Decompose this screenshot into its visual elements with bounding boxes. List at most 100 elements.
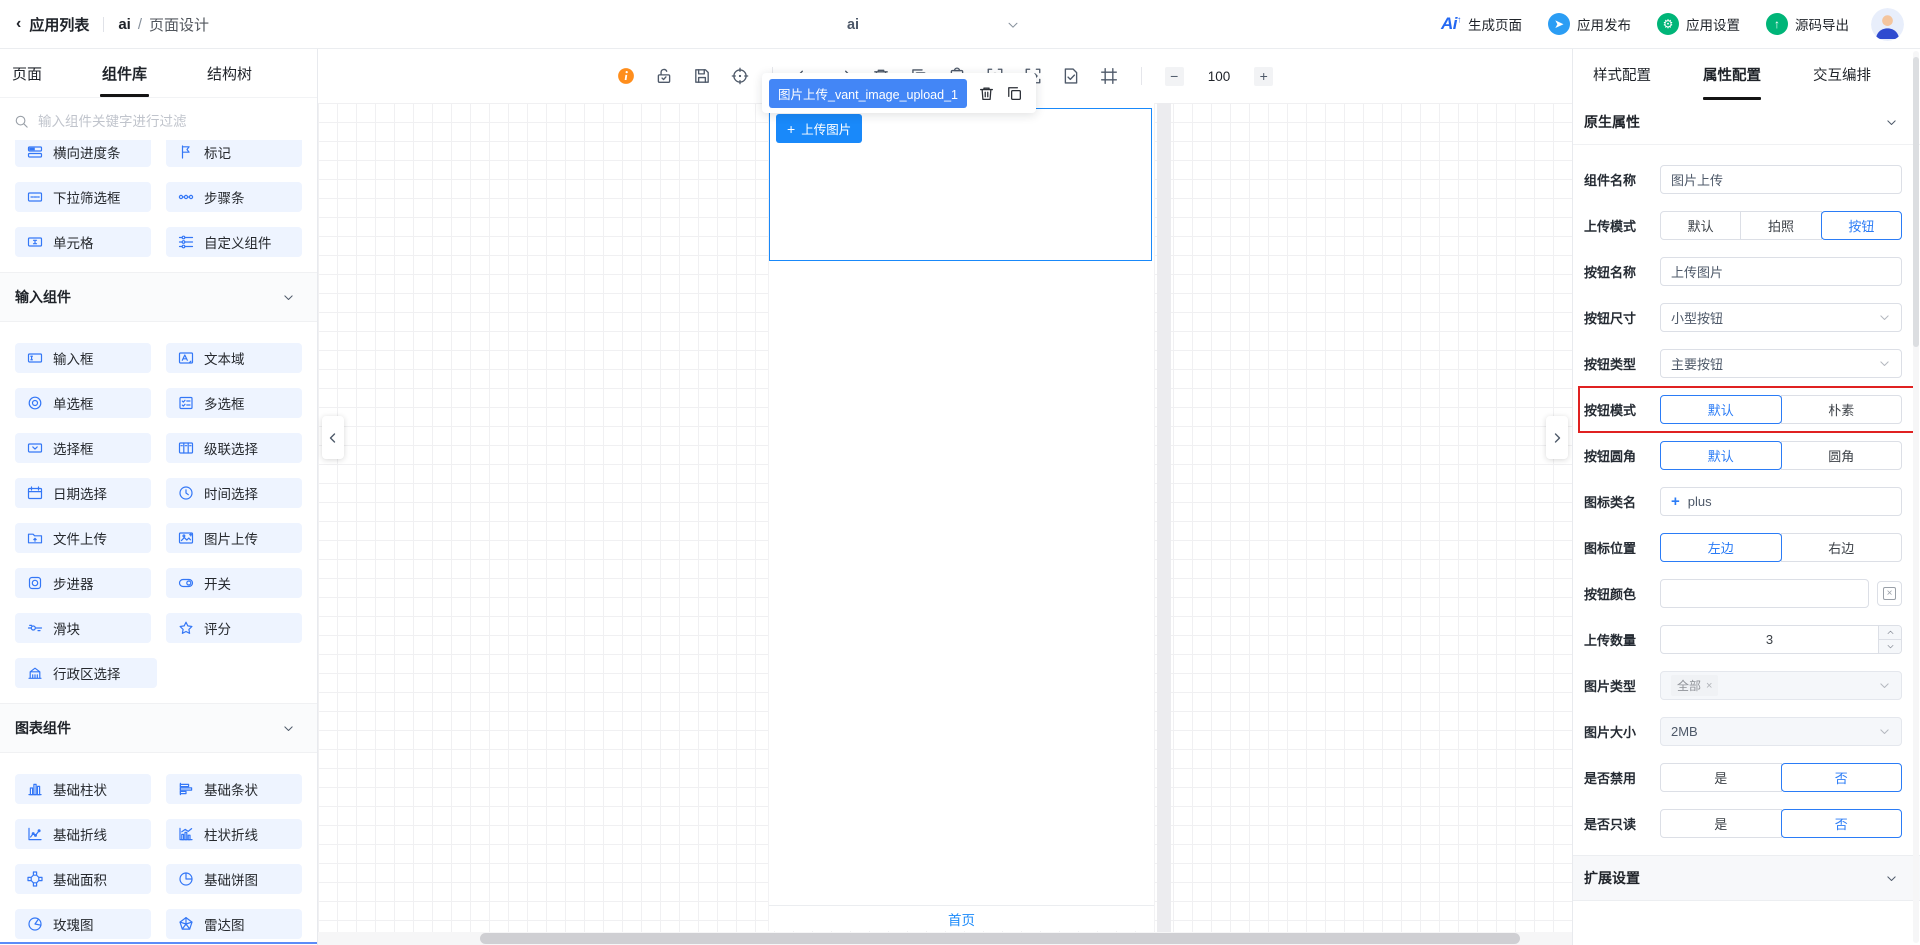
component-item[interactable]: 多选框 (166, 388, 302, 418)
component-item[interactable]: 基础条状 (166, 774, 302, 804)
native-props-section-header[interactable]: 原生属性 (1573, 100, 1920, 145)
frame-icon[interactable] (1100, 67, 1118, 85)
button-name-input[interactable] (1660, 257, 1902, 286)
component-item[interactable]: 行政区选择 (15, 658, 157, 688)
component-item[interactable]: 图片上传 (166, 523, 302, 553)
doc-check-icon[interactable] (1062, 67, 1080, 85)
component-search[interactable] (0, 106, 317, 136)
component-name-input[interactable] (1660, 165, 1902, 194)
component-item[interactable]: 日期选择 (15, 478, 151, 508)
button-color-value[interactable] (1671, 586, 1858, 601)
app-settings-button[interactable]: ⚙ 应用设置 (1657, 13, 1740, 35)
component-item[interactable]: 步骤条 (166, 182, 302, 212)
component-item[interactable]: 文本域 (166, 343, 302, 373)
component-item[interactable]: 横向进度条 (15, 140, 151, 167)
search-icon (14, 114, 29, 129)
component-item[interactable]: 基础折线 (15, 819, 151, 849)
code-export-button[interactable]: ↑ 源码导出 (1766, 13, 1849, 35)
component-item[interactable]: 下拉筛选框 (15, 182, 151, 212)
button-radius-segmented: 默认 圆角 (1660, 441, 1902, 470)
button-type-select[interactable]: 主要按钮 (1660, 349, 1902, 378)
component-item[interactable]: 雷达图 (166, 909, 302, 939)
image-size-select[interactable]: 2MB (1660, 717, 1902, 746)
component-item[interactable]: 输入框 (15, 343, 151, 373)
zoom-out-button[interactable]: − (1164, 66, 1184, 86)
info-icon[interactable] (617, 67, 635, 85)
component-item[interactable]: 基础柱状 (15, 774, 151, 804)
panel-scrollbar[interactable] (1913, 51, 1919, 943)
icon-class-input[interactable]: + plus (1660, 487, 1902, 516)
clear-color-button[interactable]: × (1877, 581, 1902, 606)
selected-component-outline[interactable]: + 上传图片 (769, 108, 1152, 261)
component-item[interactable]: 基础饼图 (166, 864, 302, 894)
is-disabled-option[interactable]: 是 (1660, 763, 1782, 792)
collapse-left-panel-button[interactable] (322, 416, 344, 459)
increase-button[interactable] (1879, 626, 1901, 640)
right-tab-样式配置[interactable]: 样式配置 (1593, 49, 1651, 100)
horizontal-scrollbar[interactable] (318, 932, 1572, 945)
save-icon[interactable] (693, 67, 711, 85)
component-item[interactable]: 单选框 (15, 388, 151, 418)
image-type-select[interactable]: 全部 × (1660, 671, 1902, 700)
left-tab-结构树[interactable]: 结构树 (207, 49, 252, 97)
upload-count-stepper[interactable] (1660, 625, 1902, 654)
delete-icon[interactable] (978, 85, 995, 102)
button-color-input[interactable] (1660, 579, 1869, 608)
scrollbar-thumb[interactable] (480, 933, 1520, 944)
component-item[interactable]: 评分 (166, 613, 302, 643)
component-item[interactable]: 开关 (166, 568, 302, 598)
button-radius-option[interactable]: 默认 (1660, 441, 1782, 470)
copy-icon[interactable] (1006, 85, 1023, 102)
phone-tabbar-home[interactable]: 首页 (769, 905, 1154, 931)
left-tab-页面[interactable]: 页面 (12, 49, 42, 97)
upload-mode-option[interactable]: 默认 (1660, 211, 1742, 240)
decrease-button[interactable] (1879, 640, 1901, 653)
is-readonly-option[interactable]: 否 (1780, 809, 1902, 838)
component-item[interactable]: 级联选择 (166, 433, 302, 463)
zoom-in-button[interactable]: + (1254, 66, 1274, 86)
component-item[interactable]: 玫瑰图 (15, 909, 151, 939)
component-item[interactable]: 文件上传 (15, 523, 151, 553)
component-item[interactable]: 滑块 (15, 613, 151, 643)
back-chevron-icon[interactable]: ‹ (16, 15, 21, 33)
component-item[interactable]: 选择框 (15, 433, 151, 463)
right-tab-交互编排[interactable]: 交互编排 (1813, 49, 1871, 100)
search-input[interactable] (38, 113, 303, 129)
vertical-scrollbar[interactable] (1157, 103, 1171, 932)
section-header[interactable]: 输入组件 (0, 272, 317, 322)
component-item[interactable]: 自定义组件 (166, 227, 302, 257)
upload-count-value[interactable] (1661, 632, 1878, 647)
unlock-icon[interactable] (655, 67, 673, 85)
component-name-input-value[interactable] (1671, 172, 1891, 187)
button-radius-option[interactable]: 圆角 (1780, 441, 1902, 470)
upload-image-button[interactable]: + 上传图片 (776, 114, 863, 143)
button-name-input-value[interactable] (1671, 264, 1891, 279)
collapse-right-panel-button[interactable] (1546, 416, 1568, 459)
generate-page-button[interactable]: Ai↑ 生成页面 (1441, 14, 1522, 34)
button-mode-option[interactable]: 默认 (1660, 395, 1782, 424)
button-size-select[interactable]: 小型按钮 (1660, 303, 1902, 332)
upload-mode-option[interactable]: 拍照 (1740, 211, 1822, 240)
component-item[interactable]: 柱状折线 (166, 819, 302, 849)
section-header[interactable]: 图表组件 (0, 703, 317, 753)
avatar[interactable] (1871, 7, 1904, 41)
button-mode-option[interactable]: 朴素 (1780, 395, 1902, 424)
component-item[interactable]: 步进器 (15, 568, 151, 598)
left-tab-组件库[interactable]: 组件库 (100, 49, 150, 97)
upload-mode-option[interactable]: 按钮 (1820, 211, 1902, 240)
remove-tag-icon[interactable]: × (1706, 680, 1712, 692)
target-icon[interactable] (731, 67, 749, 85)
page-selector[interactable]: ai (700, 0, 1020, 49)
is-readonly-option[interactable]: 是 (1660, 809, 1782, 838)
component-item[interactable]: 基础面积 (15, 864, 151, 894)
app-publish-button[interactable]: ➤ 应用发布 (1548, 13, 1631, 35)
is-disabled-option[interactable]: 否 (1780, 763, 1902, 792)
icon-position-option[interactable]: 右边 (1780, 533, 1902, 562)
component-item[interactable]: 标记 (166, 140, 302, 167)
right-tab-属性配置[interactable]: 属性配置 (1703, 49, 1761, 100)
extension-settings-section-header[interactable]: 扩展设置 (1573, 855, 1920, 901)
component-item[interactable]: 单元格 (15, 227, 151, 257)
back-button[interactable]: 应用列表 (29, 14, 89, 35)
component-item[interactable]: 时间选择 (166, 478, 302, 508)
icon-position-option[interactable]: 左边 (1660, 533, 1782, 562)
